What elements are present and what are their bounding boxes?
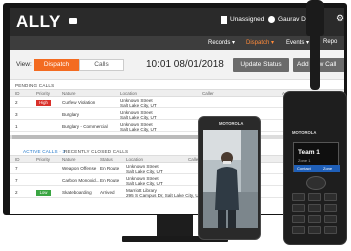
- cell-id: 7: [15, 166, 18, 171]
- update-status-button[interactable]: Update Status: [233, 58, 289, 72]
- priority-badge: Low: [36, 190, 51, 196]
- document-icon: [221, 16, 227, 24]
- user-icon: [268, 16, 275, 23]
- smartphone: MOTOROLA: [198, 116, 261, 240]
- column-header[interactable]: ID: [15, 157, 20, 162]
- two-way-radio: MOTOROLA Team 1 Zone 1 Contact Zone: [283, 91, 347, 245]
- main-menu: Records ▾ Dispatch ▾ Events ▾ Repo: [10, 36, 344, 50]
- radio-antenna: [310, 0, 320, 90]
- clock: 10:01 08/01/2018: [146, 59, 224, 70]
- cell-id: 3: [15, 112, 18, 117]
- cell-id: 1: [15, 124, 18, 129]
- radio-display: Team 1 Zone 1 Contact Zone: [293, 142, 340, 172]
- keypad-key[interactable]: [308, 215, 321, 223]
- mail-icon[interactable]: [69, 18, 77, 24]
- cell-location-line2: Salt Lake City, UT: [120, 127, 157, 132]
- column-header[interactable]: Location: [120, 91, 137, 96]
- column-header[interactable]: Priority: [36, 157, 50, 162]
- surveillance-image: [203, 130, 258, 228]
- radio-channel-name: Team 1: [298, 149, 320, 156]
- radio-keypad: [292, 193, 340, 239]
- view-label: View:: [16, 61, 32, 68]
- cell-location-line2: Salt Lake City, UT: [120, 115, 157, 120]
- tab-active-calls[interactable]: ACTIVE CALLS · 3: [23, 149, 65, 154]
- cell-nature: Skateboarding: [62, 190, 92, 195]
- keypad-key[interactable]: [292, 204, 305, 212]
- keypad-key[interactable]: [324, 215, 337, 223]
- gear-icon[interactable]: ⚙: [336, 14, 344, 23]
- cell-nature: Burglary: [62, 112, 80, 117]
- column-header[interactable]: Status: [100, 157, 113, 162]
- keypad-key[interactable]: [324, 226, 337, 234]
- cell-status: En Route: [100, 178, 120, 183]
- cell-status: Arrived: [100, 190, 115, 195]
- softkey-right-label[interactable]: Zone: [323, 166, 332, 171]
- column-header[interactable]: Nature: [62, 91, 76, 96]
- radio-zone-name: Zone 1: [298, 158, 311, 163]
- softkey-left-label[interactable]: Contact: [297, 166, 311, 171]
- tab-calls[interactable]: Calls: [79, 59, 124, 71]
- unit-status[interactable]: Unassigned: [230, 16, 264, 23]
- cell-nature: Weapon Offense: [62, 166, 97, 171]
- priority-badge: High: [36, 100, 51, 106]
- menu-records[interactable]: Records ▾: [208, 39, 235, 46]
- keypad-key[interactable]: [292, 226, 305, 234]
- column-header[interactable]: Nature: [62, 157, 76, 162]
- menu-dispatch[interactable]: Dispatch ▾: [246, 39, 274, 46]
- keypad-key[interactable]: [324, 193, 337, 201]
- column-header[interactable]: ID: [15, 91, 20, 96]
- radio-navigation-pad[interactable]: [306, 176, 326, 190]
- cell-location-line2: Salt Lake City, UT: [126, 169, 163, 174]
- keypad-key[interactable]: [324, 204, 337, 212]
- phone-brand-logo: MOTOROLA: [219, 121, 244, 126]
- cell-id: 7: [15, 178, 18, 183]
- pending-calls-title: PENDING CALLS: [15, 83, 55, 88]
- menu-reports[interactable]: Repo: [323, 39, 337, 45]
- keypad-key[interactable]: [308, 204, 321, 212]
- phone-video-feed: [203, 130, 258, 228]
- menu-events[interactable]: Events ▾: [286, 39, 309, 46]
- cell-status: En Route: [100, 166, 120, 171]
- scrollbar-thumb[interactable]: [12, 135, 212, 139]
- radio-brand-logo: MOTOROLA: [292, 130, 317, 135]
- cell-location-line2: 295 S Campus Dr, Salt Lake City, UT: [126, 193, 202, 198]
- top-bar: ALLY Unassigned Gaurav Doshi ⚙: [10, 8, 344, 36]
- cell-id: 2: [15, 190, 18, 195]
- phone-header: MOTOROLA: [203, 120, 258, 128]
- view-bar: View: Dispatch Calls 10:01 08/01/2018 Up…: [10, 50, 344, 80]
- keypad-key[interactable]: [308, 226, 321, 234]
- keypad-key[interactable]: [292, 215, 305, 223]
- radio-softkey-bar: Contact Zone: [294, 165, 340, 172]
- tab-dispatch[interactable]: Dispatch: [34, 59, 79, 71]
- cell-id: 2: [15, 100, 18, 105]
- cell-nature: Carbon Monoxid...: [62, 178, 100, 183]
- keypad-key[interactable]: [308, 193, 321, 201]
- column-header[interactable]: Location: [126, 157, 143, 162]
- tab-recently-closed[interactable]: RECENTLY CLOSED CALLS: [64, 149, 128, 154]
- cell-location-line2: Salt Lake City, UT: [126, 181, 163, 186]
- app-logo: ALLY: [16, 12, 61, 31]
- cell-nature: Burglary - Commercial: [62, 124, 108, 129]
- column-header[interactable]: Caller: [202, 91, 214, 96]
- column-header[interactable]: Priority: [36, 91, 50, 96]
- cell-location-line2: Salt Lake City, UT: [120, 103, 157, 108]
- keypad-key[interactable]: [292, 193, 305, 201]
- cell-nature: Curfew Violation: [62, 100, 96, 105]
